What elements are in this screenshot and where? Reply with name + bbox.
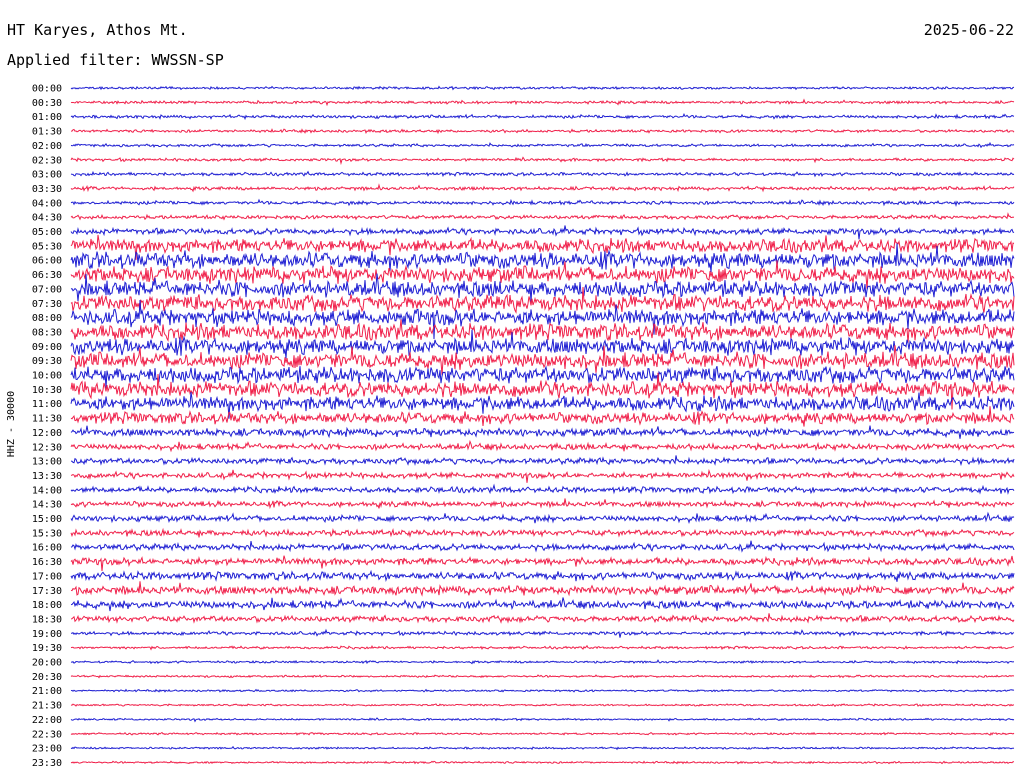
time-tick-label: 12:30 <box>32 442 62 453</box>
time-tick-label: 03:30 <box>32 184 62 195</box>
time-ticks-group: 00:00 00:30 01:00 01:30 02:00 02:30 03:00 03:30… <box>32 84 62 769</box>
time-tick-label: 17:30 <box>32 586 62 597</box>
time-tick-label: 19:30 <box>32 643 62 654</box>
trace-line <box>70 745 1015 751</box>
trace-line <box>70 688 1015 693</box>
trace-line <box>71 128 1015 135</box>
time-tick-label: 00:30 <box>32 98 62 109</box>
time-tick-label: 11:30 <box>32 414 62 425</box>
trace-line <box>70 674 1015 679</box>
time-tick-label: 23:30 <box>32 758 62 769</box>
time-tick-label: 21:00 <box>32 686 62 697</box>
time-tick-label: 15:30 <box>32 528 62 539</box>
trace-line <box>70 717 1015 723</box>
time-tick-label: 08:30 <box>32 327 62 338</box>
time-tick-label: 01:00 <box>32 112 62 123</box>
trace-line <box>70 659 1015 665</box>
trace-line <box>70 112 1015 121</box>
time-tick-label: 05:00 <box>32 227 62 238</box>
time-tick-label: 13:00 <box>32 457 62 468</box>
trace-line <box>70 319 1015 344</box>
trace-line <box>70 234 1015 260</box>
trace-line <box>70 198 1015 208</box>
time-tick-label: 23:00 <box>32 744 62 755</box>
time-tick-label: 07:00 <box>32 284 62 295</box>
time-tick-label: 06:00 <box>32 256 62 267</box>
time-tick-label: 02:30 <box>32 155 62 166</box>
time-tick-label: 09:00 <box>32 342 62 353</box>
trace-line <box>70 156 1015 166</box>
trace-line <box>70 644 1015 651</box>
trace-line <box>70 170 1015 178</box>
time-tick-label: 10:00 <box>32 371 62 382</box>
time-tick-label: 08:00 <box>32 313 62 324</box>
seismogram-plot: 00:00 00:30 01:00 01:30 02:00 02:30 03:00 03:30… <box>6 84 1015 769</box>
time-tick-label: 18:00 <box>32 600 62 611</box>
trace-line <box>70 455 1015 467</box>
time-tick-label: 22:30 <box>32 729 62 740</box>
trace-line <box>70 183 1015 193</box>
trace-line <box>70 468 1015 483</box>
trace-line <box>70 483 1015 495</box>
trace-line <box>70 597 1015 612</box>
time-tick-label: 19:00 <box>32 629 62 640</box>
trace-line <box>70 365 1015 389</box>
time-tick-label: 04:30 <box>32 213 62 224</box>
trace-line <box>70 85 1015 91</box>
trace-line <box>70 613 1015 624</box>
trace-line <box>70 628 1015 638</box>
trace-line <box>70 703 1015 708</box>
time-tick-label: 05:30 <box>32 241 62 252</box>
time-tick-label: 01:30 <box>32 127 62 138</box>
time-tick-label: 11:00 <box>32 399 62 410</box>
trace-line <box>70 527 1015 538</box>
time-tick-label: 14:00 <box>32 485 62 496</box>
trace-line <box>70 406 1015 427</box>
trace-line <box>70 760 1014 765</box>
time-tick-label: 17:00 <box>32 571 62 582</box>
time-tick-label: 02:00 <box>32 141 62 152</box>
time-tick-label: 00:00 <box>32 84 62 95</box>
trace-line <box>70 555 1015 571</box>
trace-line <box>70 569 1015 582</box>
time-tick-label: 03:00 <box>32 170 62 181</box>
time-tick-label: 16:00 <box>32 543 62 554</box>
time-tick-label: 20:30 <box>32 672 62 683</box>
time-tick-label: 09:30 <box>32 356 62 367</box>
trace-line <box>70 581 1015 597</box>
time-tick-label: 04:00 <box>32 198 62 209</box>
time-tick-label: 15:00 <box>32 514 62 525</box>
time-tick-label: 22:00 <box>32 715 62 726</box>
trace-line <box>70 425 1015 439</box>
trace-line <box>70 731 1015 736</box>
time-tick-label: 16:30 <box>32 557 62 568</box>
trace-line <box>70 439 1015 453</box>
time-tick-label: 21:30 <box>32 701 62 712</box>
trace-line <box>70 498 1015 510</box>
trace-line <box>70 98 1015 107</box>
trace-line <box>70 540 1015 553</box>
y-axis-label: HHZ - 30000 <box>6 391 17 457</box>
trace-line <box>70 511 1015 525</box>
time-tick-label: 07:30 <box>32 299 62 310</box>
traces-group <box>70 85 1015 765</box>
time-tick-label: 13:30 <box>32 471 62 482</box>
trace-line <box>70 212 1015 221</box>
time-tick-label: 14:30 <box>32 500 62 511</box>
time-tick-label: 18:30 <box>32 614 62 625</box>
trace-line <box>70 225 1015 240</box>
time-tick-label: 12:00 <box>32 428 62 439</box>
trace-line <box>70 141 1015 149</box>
time-tick-label: 20:00 <box>32 658 62 669</box>
time-tick-label: 10:30 <box>32 385 62 396</box>
time-tick-label: 06:30 <box>32 270 62 281</box>
